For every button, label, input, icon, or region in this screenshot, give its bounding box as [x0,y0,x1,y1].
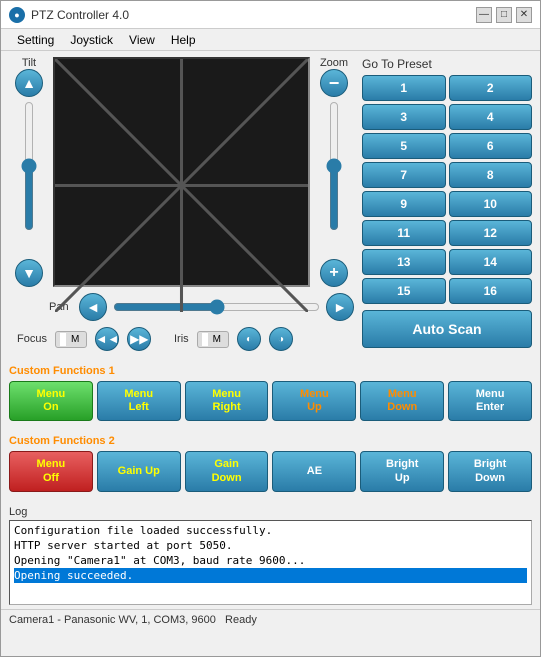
zoom-slider[interactable] [324,101,344,231]
custom-functions-1-buttons: MenuOn MenuLeft MenuRight MenuUp MenuDow… [9,381,532,421]
focus-iris-row: Focus M ◄◄ ▶▶ Iris M ◐ ◑ [9,327,354,351]
log-line-1: Configuration file loaded successfully. [14,523,527,538]
menu-help[interactable]: Help [163,31,204,49]
zoom-column: Zoom − + [314,57,354,287]
ptz-area: Tilt ▲ ▼ Zoom − [9,57,354,287]
preset-btn-1[interactable]: 1 [362,75,446,101]
preset-btn-5[interactable]: 5 [362,133,446,159]
custom-functions-2-section: Custom Functions 2 MenuOff Gain Up GainD… [1,431,540,501]
preset-btn-15[interactable]: 15 [362,278,446,304]
left-panel: Tilt ▲ ▼ Zoom − [9,57,354,355]
tilt-label: Tilt [22,57,36,69]
preset-grid: 1 2 3 4 5 6 7 8 9 10 11 12 13 14 15 16 [362,75,532,304]
tilt-slider[interactable] [19,101,39,231]
focus-toggle[interactable]: M [55,331,87,348]
menu-joystick[interactable]: Joystick [62,31,121,49]
custom-functions-2-label: Custom Functions 2 [9,435,532,447]
custom-functions-1-label: Custom Functions 1 [9,365,532,377]
preset-btn-6[interactable]: 6 [449,133,533,159]
zoom-plus-button[interactable]: + [320,259,348,287]
log-box[interactable]: Configuration file loaded successfully. … [9,520,532,605]
camera-view [53,57,310,287]
preset-btn-2[interactable]: 2 [449,75,533,101]
focus-far-button[interactable]: ▶▶ [127,327,151,351]
cf1-menu-down-button[interactable]: MenuDown [360,381,444,421]
window-controls: — □ ✕ [476,7,532,23]
preset-btn-16[interactable]: 16 [449,278,533,304]
focus-manual-label: M [68,333,82,346]
preset-btn-4[interactable]: 4 [449,104,533,130]
status-ready: Ready [225,614,257,626]
close-button[interactable]: ✕ [516,7,532,23]
iris-open-button[interactable]: ◑ [269,327,293,351]
menu-view[interactable]: View [121,31,163,49]
preset-btn-14[interactable]: 14 [449,249,533,275]
app-icon: ● [9,7,25,23]
status-bar: Camera1 - Panasonic WV, 1, COM3, 9600 Re… [1,609,540,631]
focus-label: Focus [17,333,47,345]
preset-btn-9[interactable]: 9 [362,191,446,217]
focus-auto-label [60,333,66,346]
preset-btn-8[interactable]: 8 [449,162,533,188]
preset-btn-11[interactable]: 11 [362,220,446,246]
camera-crosshair [55,59,308,312]
tilt-up-button[interactable]: ▲ [15,69,43,97]
cf1-menu-up-button[interactable]: MenuUp [272,381,356,421]
right-panel: Go To Preset 1 2 3 4 5 6 7 8 9 10 11 12 … [362,57,532,355]
cf2-gain-down-button[interactable]: GainDown [185,451,269,491]
minimize-button[interactable]: — [476,7,492,23]
tilt-slider-container [19,97,39,259]
pan-right-button[interactable]: ► [326,293,354,321]
menu-setting[interactable]: Setting [9,31,62,49]
zoom-label: Zoom [320,57,348,69]
log-line-3: Opening "Camera1" at COM3, baud rate 960… [14,553,527,568]
preset-btn-12[interactable]: 12 [449,220,533,246]
iris-label: Iris [174,333,189,345]
iris-manual-label: M [210,333,224,346]
preset-btn-7[interactable]: 7 [362,162,446,188]
zoom-minus-button[interactable]: − [320,69,348,97]
menu-bar: Setting Joystick View Help [1,29,540,51]
focus-near-button[interactable]: ◄◄ [95,327,119,351]
iris-auto-label [202,333,208,346]
preset-btn-13[interactable]: 13 [362,249,446,275]
iris-close-button[interactable]: ◐ [237,327,261,351]
tilt-column: Tilt ▲ ▼ [9,57,49,287]
cf2-bright-down-button[interactable]: BrightDown [448,451,532,491]
auto-scan-button[interactable]: Auto Scan [362,310,532,348]
status-camera: Camera1 - Panasonic WV, 1, COM3, 9600 [9,614,216,626]
custom-functions-2-buttons: MenuOff Gain Up GainDown AE BrightUp Bri… [9,451,532,491]
cf1-menu-on-button[interactable]: MenuOn [9,381,93,421]
cf2-gain-up-button[interactable]: Gain Up [97,451,181,491]
tilt-down-button[interactable]: ▼ [15,259,43,287]
app-title: PTZ Controller 4.0 [31,8,476,22]
restore-button[interactable]: □ [496,7,512,23]
custom-functions-1-section: Custom Functions 1 MenuOn MenuLeft MenuR… [1,361,540,431]
preset-btn-10[interactable]: 10 [449,191,533,217]
log-line-4: Opening succeeded. [14,568,527,583]
cf1-menu-enter-button[interactable]: MenuEnter [448,381,532,421]
log-label: Log [9,506,532,518]
cf2-ae-button[interactable]: AE [272,451,356,491]
log-line-2: HTTP server started at port 5050. [14,538,527,553]
cf2-bright-up-button[interactable]: BrightUp [360,451,444,491]
cf2-menu-off-button[interactable]: MenuOff [9,451,93,491]
cf1-menu-left-button[interactable]: MenuLeft [97,381,181,421]
preset-btn-3[interactable]: 3 [362,104,446,130]
title-bar: ● PTZ Controller 4.0 — □ ✕ [1,1,540,29]
cf1-menu-right-button[interactable]: MenuRight [185,381,269,421]
iris-toggle[interactable]: M [197,331,229,348]
zoom-slider-container [324,97,344,259]
log-section: Log Configuration file loaded successful… [1,502,540,609]
preset-label: Go To Preset [362,57,532,71]
main-content: Tilt ▲ ▼ Zoom − [1,51,540,361]
